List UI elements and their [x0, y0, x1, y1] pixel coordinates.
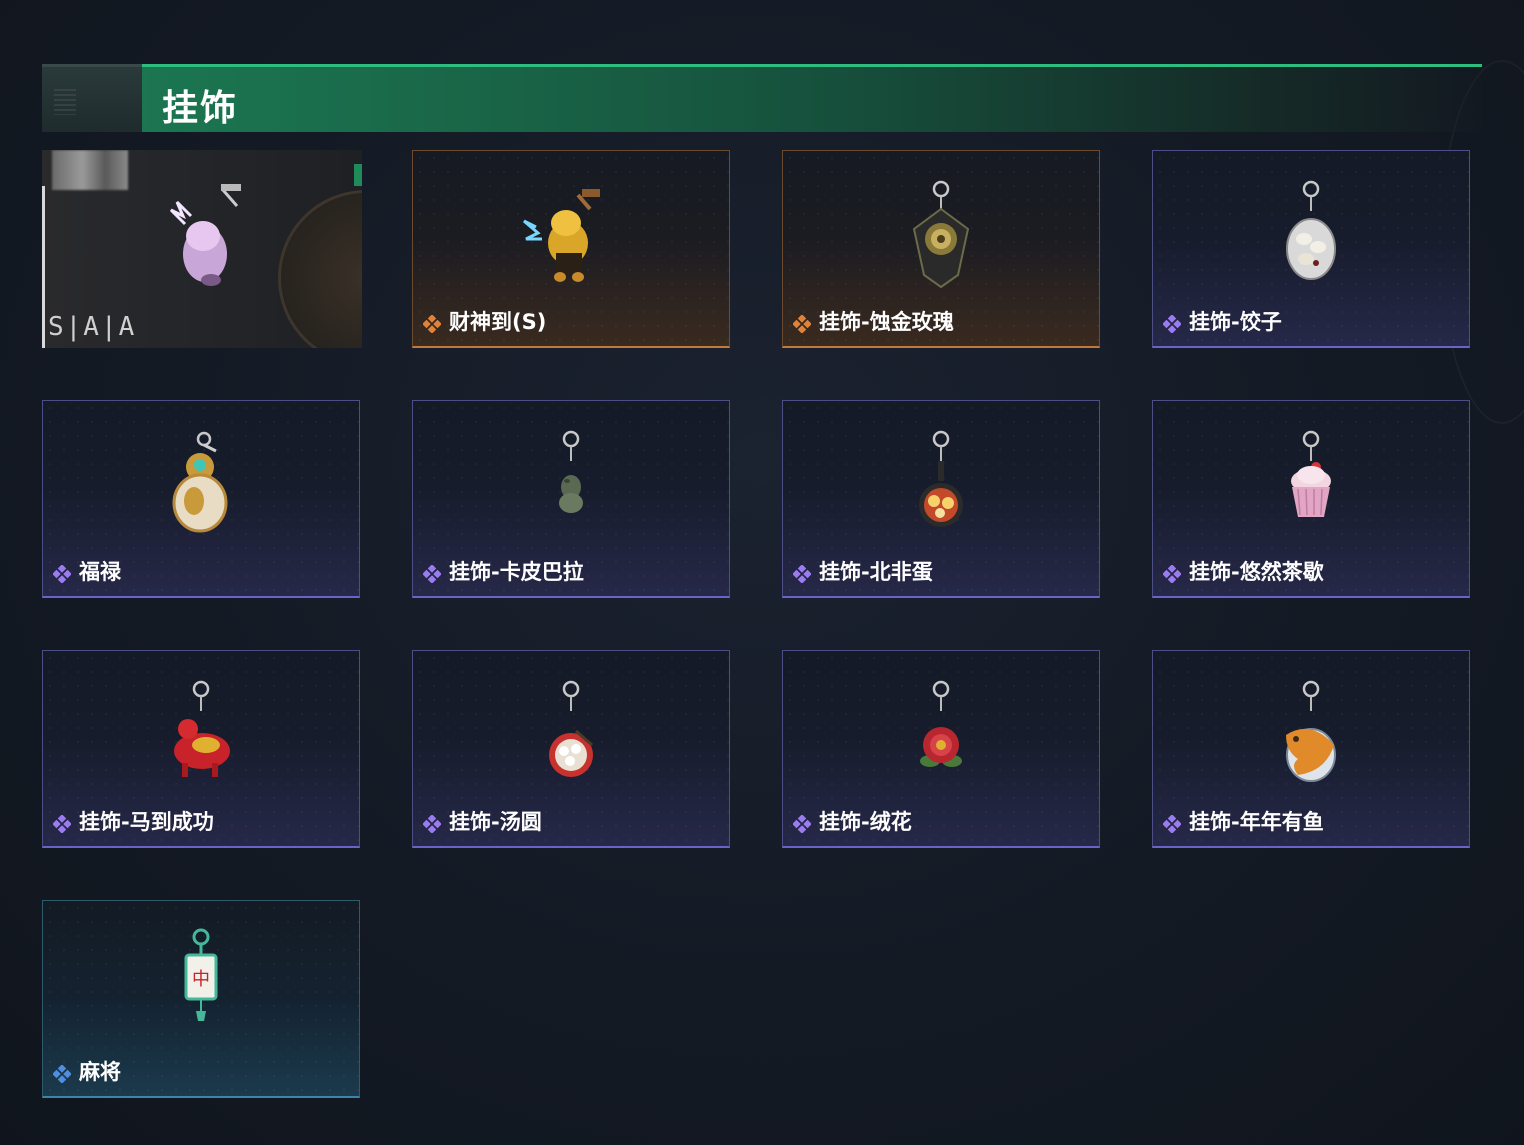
item-label: 挂饰-马到成功 [79, 810, 214, 834]
grade-badge: S|A|A [48, 312, 137, 342]
rarity-purple-gem-icon [793, 565, 811, 583]
mahjong-tile-charm-icon: 中 [184, 928, 218, 1021]
item-label: 挂饰-北非蛋 [819, 560, 933, 584]
dumpling-plate-charm-icon [1286, 180, 1336, 280]
item-card[interactable]: 中 麻将 [42, 900, 360, 1098]
cupcake-charm-icon [1291, 430, 1331, 517]
rarity-purple-gem-icon [1163, 315, 1181, 333]
item-label: 福禄 [79, 560, 121, 584]
coin-emblem-icon [278, 190, 362, 348]
item-card[interactable]: 挂饰-北非蛋 [782, 400, 1100, 598]
gourd-charm-icon [172, 431, 228, 533]
tangyuan-bowl-charm-icon [549, 680, 593, 777]
item-label: 财神到(S) [449, 310, 547, 334]
item-card[interactable]: 挂饰-饺子 [1152, 150, 1470, 348]
item-card[interactable]: 财神到(S) [412, 150, 730, 348]
item-card[interactable]: 挂饰-蚀金玫瑰 [782, 150, 1100, 348]
item-card[interactable]: 福禄 [42, 400, 360, 598]
featured-accent-bar [42, 186, 45, 348]
rarity-orange-gem-icon [793, 315, 811, 333]
caishen-figure-icon [169, 184, 241, 286]
capybara-charm-icon [559, 430, 583, 513]
item-label: 挂饰-悠然茶歇 [1189, 560, 1324, 584]
fish-plate-charm-icon [1286, 680, 1336, 782]
pixelated-badge [52, 150, 128, 190]
item-card[interactable]: 挂饰-年年有鱼 [1152, 650, 1470, 848]
rarity-purple-gem-icon [53, 815, 71, 833]
item-label: 挂饰-汤圆 [449, 810, 542, 834]
rarity-teal-gem-icon [53, 1065, 71, 1083]
shakshuka-pan-charm-icon [919, 430, 963, 527]
item-label: 挂饰-年年有鱼 [1189, 810, 1324, 834]
velvet-flower-charm-icon [920, 680, 962, 767]
inventory-screen: 挂饰 S|A|A 财神到(S) 挂饰-蚀金玫瑰 挂饰-饺子 福禄 挂饰-卡皮巴拉… [0, 0, 1524, 1145]
item-card[interactable]: 挂饰-汤圆 [412, 650, 730, 848]
caishen-figure-icon [523, 189, 600, 282]
item-card[interactable]: 挂饰-悠然茶歇 [1152, 400, 1470, 598]
item-label: 挂饰-蚀金玫瑰 [819, 310, 954, 334]
rarity-purple-gem-icon [793, 815, 811, 833]
featured-green-tag [354, 164, 362, 186]
rarity-purple-gem-icon [53, 565, 71, 583]
header-stripes-icon [54, 89, 76, 115]
svg-text:中: 中 [192, 969, 210, 990]
item-label: 挂饰-饺子 [1189, 310, 1282, 334]
item-card[interactable]: 挂饰-马到成功 [42, 650, 360, 848]
rarity-purple-gem-icon [423, 565, 441, 583]
rarity-purple-gem-icon [1163, 815, 1181, 833]
rarity-orange-gem-icon [423, 315, 441, 333]
rarity-purple-gem-icon [423, 815, 441, 833]
item-label: 麻将 [79, 1060, 121, 1084]
red-horse-charm-icon [174, 680, 230, 777]
section-header: 挂饰 [42, 64, 1482, 132]
featured-item-card[interactable]: S|A|A [42, 150, 362, 348]
rarity-purple-gem-icon [1163, 565, 1181, 583]
item-label: 挂饰-绒花 [819, 810, 912, 834]
item-card[interactable]: 挂饰-绒花 [782, 650, 1100, 848]
section-title: 挂饰 [162, 88, 239, 129]
item-card[interactable]: 挂饰-卡皮巴拉 [412, 400, 730, 598]
item-label: 挂饰-卡皮巴拉 [449, 560, 584, 584]
gold-rose-charm-icon [912, 180, 970, 289]
header-left-block [42, 64, 142, 132]
